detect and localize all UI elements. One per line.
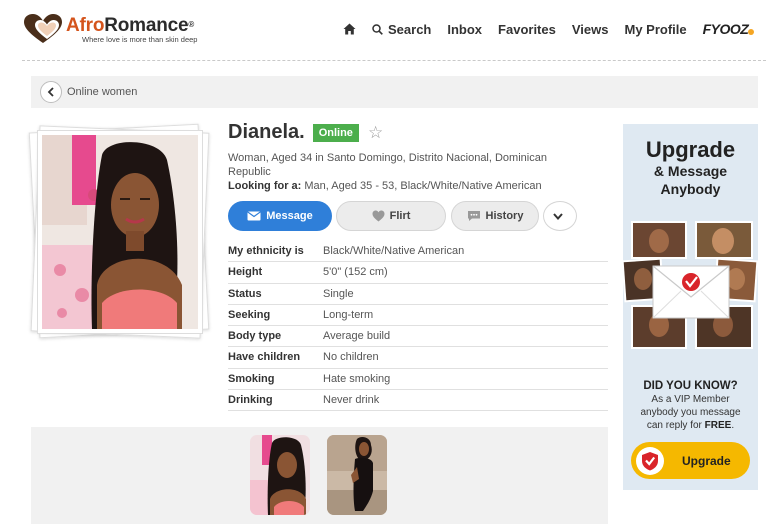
upgrade-title: Upgrade: [645, 137, 736, 162]
nav-search[interactable]: Search: [372, 22, 431, 37]
detail-label: Drinking: [228, 393, 273, 406]
upgrade-button[interactable]: Upgrade: [631, 442, 750, 479]
detail-label: Have children: [228, 351, 301, 364]
detail-label: Status: [228, 287, 262, 300]
detail-value: 5'0" (152 cm): [323, 266, 388, 279]
message-button-label: Message: [266, 210, 313, 222]
detail-value: Long-term: [323, 308, 374, 321]
detail-row-seeking: Seeking Long-term: [228, 305, 608, 326]
more-actions-button[interactable]: [543, 201, 577, 231]
favorite-star-icon[interactable]: ☆: [368, 124, 383, 141]
detail-label: Body type: [228, 330, 282, 343]
detail-label: Seeking: [228, 308, 271, 321]
detail-value: Single: [323, 287, 354, 300]
message-button[interactable]: Message: [228, 201, 332, 231]
nav-favorites[interactable]: Favorites: [498, 22, 556, 37]
detail-row-smoking: Smoking Hate smoking: [228, 369, 608, 390]
detail-label: Height: [228, 266, 263, 279]
breadcrumb-label[interactable]: Online women: [67, 86, 137, 98]
back-button[interactable]: [40, 81, 62, 103]
history-button-label: History: [485, 210, 524, 222]
upgrade-note-line2: anybody you message: [640, 407, 741, 418]
registered-mark: ®: [188, 20, 195, 29]
heart-icon: [372, 210, 385, 222]
looking-for: Looking for a: Man, Aged 35 - 53, Black/…: [228, 180, 542, 192]
looking-for-value: Man, Aged 35 - 53, Black/White/Native Am…: [304, 180, 542, 192]
upgrade-note: As a VIP Member anybody you message can …: [627, 393, 754, 432]
flirt-button-label: Flirt: [389, 210, 411, 222]
profile-actions: Message Flirt History: [228, 201, 577, 231]
logo-wordmark: AfroRomance®: [66, 16, 197, 36]
profile-details-table: My ethnicity is Black/White/Native Ameri…: [228, 241, 608, 411]
detail-value: Hate smoking: [323, 372, 391, 385]
vip-shield-icon: [636, 446, 664, 475]
main-nav: Search Inbox Favorites Views My Profile …: [343, 21, 755, 37]
logo-afro-text: Afro: [66, 15, 105, 36]
photo-thumbnail[interactable]: [250, 435, 310, 515]
logo-tagline: Where love is more than skin deep: [82, 35, 198, 44]
photo-thumbnail[interactable]: [327, 435, 387, 515]
detail-row-height: Height 5'0" (152 cm): [228, 262, 608, 284]
search-icon: [372, 23, 383, 35]
upgrade-note-line1: As a VIP Member: [651, 394, 730, 405]
chevron-left-icon: [47, 87, 54, 97]
fyooz-label: FYOOZ: [702, 21, 749, 37]
detail-row-status: Status Single: [228, 284, 608, 305]
nav-inbox[interactable]: Inbox: [447, 22, 482, 37]
member-photo-collage: [621, 219, 759, 354]
detail-row-body-type: Body type Average build: [228, 326, 608, 348]
looking-for-label: Looking for a:: [228, 180, 302, 192]
detail-value: Black/White/Native American: [323, 245, 465, 258]
detail-label: Smoking: [228, 372, 275, 385]
nav-home[interactable]: [343, 23, 356, 35]
nav-fyooz[interactable]: FYOOZ: [702, 21, 755, 37]
heart-logo-icon: [22, 13, 64, 45]
chat-bubble-icon: [467, 211, 480, 221]
profile-name-row: Dianela. Online ☆: [228, 121, 383, 144]
profile-main-photo[interactable]: [37, 130, 203, 334]
nav-search-label: Search: [388, 21, 432, 37]
flirt-button[interactable]: Flirt: [336, 201, 446, 231]
site-logo[interactable]: AfroRomance® Where love is more than ski…: [22, 13, 197, 49]
detail-row-ethnicity: My ethnicity is Black/White/Native Ameri…: [228, 241, 608, 263]
detail-row-drinking: Drinking Never drink: [228, 390, 608, 411]
upgrade-note-free: FREE: [704, 420, 732, 431]
chevron-down-icon: [552, 212, 563, 220]
profile-description: Woman, Aged 34 in Santo Domingo, Distrit…: [228, 152, 547, 178]
photo-thumbnails: [31, 427, 608, 524]
upgrade-subtitle-line2: Anybody: [660, 181, 721, 197]
detail-value: Average build: [323, 330, 391, 343]
site-header: AfroRomance® Where love is more than ski…: [0, 0, 768, 62]
fyooz-dot-icon: [748, 29, 755, 35]
detail-label: My ethnicity is: [228, 245, 304, 258]
profile-name: Dianela.: [228, 121, 305, 143]
detail-row-children: Have children No children: [228, 347, 608, 369]
envelope-icon: [247, 211, 262, 221]
upgrade-note-line3: can reply for: [646, 420, 702, 431]
upgrade-subtitle-line1: & Message: [653, 163, 728, 179]
upgrade-note-end: .: [731, 420, 735, 431]
history-button[interactable]: History: [451, 201, 539, 231]
nav-my-profile[interactable]: My Profile: [624, 22, 686, 37]
detail-value: No children: [323, 351, 379, 364]
logo-romance-text: Romance: [104, 15, 189, 36]
breadcrumb: Online women: [31, 76, 758, 108]
home-icon: [343, 23, 356, 35]
header-divider: [22, 60, 766, 61]
upgrade-panel[interactable]: Upgrade & Message Anybody DID YOU KNOW? …: [621, 124, 759, 490]
upgrade-button-label: Upgrade: [682, 453, 731, 468]
nav-views[interactable]: Views: [572, 22, 609, 37]
did-you-know-heading: DID YOU KNOW?: [643, 380, 738, 392]
profile-photo-stack[interactable]: [28, 123, 210, 339]
online-status-badge: Online: [312, 123, 359, 142]
detail-value: Never drink: [323, 393, 380, 406]
